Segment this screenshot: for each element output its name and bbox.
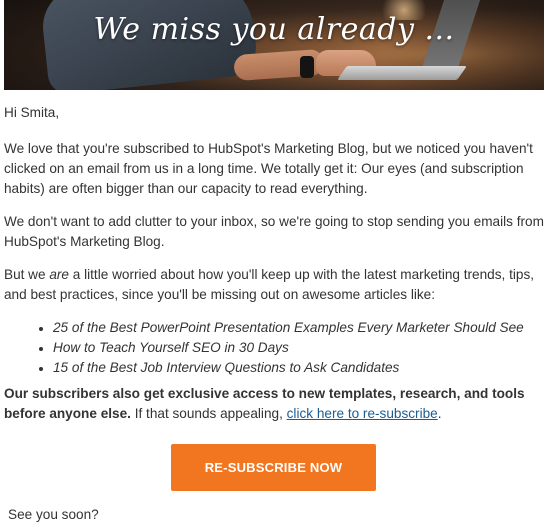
list-item: 15 of the Best Job Interview Questions t… [39,358,544,378]
hero-photo-watch [300,56,314,78]
exclusive-access-text: If that sounds appealing, [130,406,287,421]
article-list: 25 of the Best PowerPoint Presentation E… [4,318,544,378]
exclusive-access-end: . [437,406,442,421]
paragraph-exclusive-access: Our subscribers also get exclusive acces… [4,384,544,424]
resubscribe-link[interactable]: click here to re-subscribe [287,406,438,421]
paragraph-unsubscribe-notice: We don't want to add clutter to your inb… [4,214,544,249]
hero-title: We miss you already ... [93,12,455,47]
paragraph-worry-start: But we [4,267,50,282]
hero-banner: We miss you already ... [4,0,544,90]
cta-container: RE-SUBSCRIBE NOW [171,444,376,491]
email-body: Hi Smita, We love that you're subscribed… [4,103,544,424]
list-item: 25 of the Best PowerPoint Presentation E… [39,318,544,338]
list-item: How to Teach Yourself SEO in 30 Days [39,338,544,358]
paragraph-worry-emphasis: are [49,267,69,282]
email-message: We miss you already ... Hi Smita, We lov… [0,0,554,529]
resubscribe-button[interactable]: RE-SUBSCRIBE NOW [171,444,376,491]
paragraph-worry: But we are a little worried about how yo… [4,265,544,305]
signoff: See you soon? [8,507,99,522]
paragraph-intro: We love that you're subscribed to HubSpo… [4,141,533,196]
paragraph-worry-end: a little worried about how you'll keep u… [4,267,535,302]
greeting: Hi Smita, [4,105,60,120]
hero-photo-laptop [337,66,467,80]
